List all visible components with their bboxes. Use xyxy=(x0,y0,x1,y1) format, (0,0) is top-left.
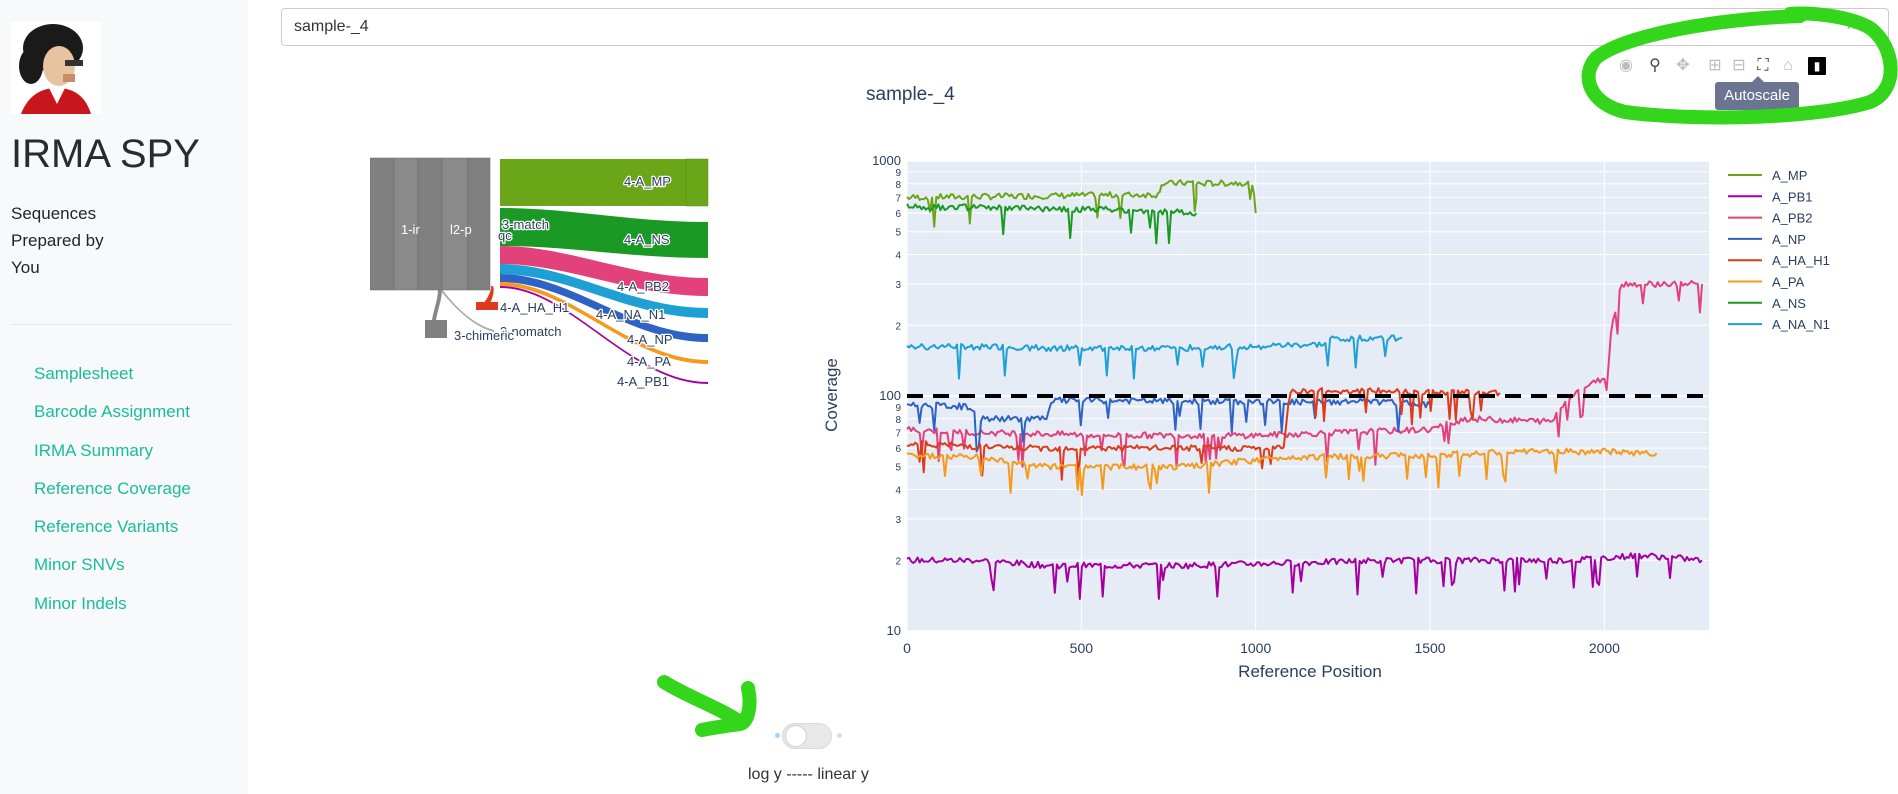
y-tick-label: 8 xyxy=(895,180,901,191)
y-tick-label: 6 xyxy=(895,209,901,220)
sankey-flow-nomatch xyxy=(440,289,494,332)
app-title: IRMA SPY xyxy=(11,132,200,176)
sidebar-divider xyxy=(11,324,233,325)
log-linear-toggle[interactable] xyxy=(782,723,832,749)
sankey-label-pb2: 4-A_PB2 xyxy=(617,279,669,294)
sankey-label-qc: qc xyxy=(498,228,512,243)
legend-item-a_na_n1: A_NA_N1 xyxy=(1772,317,1830,332)
y-tick-label: 3 xyxy=(895,515,901,526)
nav-item-samplesheet[interactable]: Samplesheet xyxy=(34,364,191,402)
y-tick-label: 4 xyxy=(895,486,901,497)
zoom-out-icon[interactable]: ⊟ xyxy=(1730,57,1748,75)
sample-select-value: sample-_4 xyxy=(294,18,369,35)
sankey-label-mp: 4-A_MP xyxy=(624,174,671,189)
y-tick-label: 1000 xyxy=(872,153,901,168)
sankey-node-root xyxy=(370,157,395,291)
sankey-node-ha xyxy=(476,302,498,310)
y-tick-label: 7 xyxy=(895,428,901,439)
y-tick-label: 8 xyxy=(895,415,901,426)
sankey-flow-chimeric xyxy=(432,289,442,320)
toggle-indicator-left xyxy=(775,733,780,738)
sankey-label-pass: l2-p xyxy=(450,222,472,237)
legend-item-a_pb1: A_PB1 xyxy=(1772,189,1812,204)
sankey-label-ha: 4-A_HA_H1 xyxy=(500,300,569,315)
tagline-line: You xyxy=(11,258,40,277)
toggle-knob[interactable] xyxy=(785,725,807,747)
y-tick-label: 6 xyxy=(895,444,901,455)
chart-legend[interactable]: A_MP A_PB1 A_PB2 A_NP A_HA_H1 A_PA A_NS A_NA_N1 xyxy=(1728,168,1830,332)
y-tick-label: 9 xyxy=(895,168,901,179)
y-tick-label: 4 xyxy=(895,251,901,262)
sankey-label-chimeric: 3-chimeric xyxy=(454,328,514,343)
sankey-flow-mp xyxy=(500,159,708,206)
sankey-label-na: 4-A_NA_N1 xyxy=(596,307,665,322)
chevron-down-icon[interactable]: ⌄ xyxy=(1868,14,1880,31)
camera-icon[interactable]: ◉ xyxy=(1617,57,1635,75)
legend-item-a_ns: A_NS xyxy=(1772,296,1806,311)
y-tick-label: 5 xyxy=(895,228,901,239)
tagline-line: Prepared by xyxy=(11,231,104,250)
chart-title: sample-_4 xyxy=(866,84,955,105)
legend-item-a_np: A_NP xyxy=(1772,232,1806,247)
annotation-arrow xyxy=(657,675,757,737)
nav-item-minor-indels[interactable]: Minor Indels xyxy=(34,594,191,632)
x-tick-label: 1000 xyxy=(1240,640,1271,656)
legend-item-a_pa: A_PA xyxy=(1772,275,1805,290)
sankey-label-np: 4-A_NP xyxy=(627,332,673,347)
sankey-label-pa: 4-A_PA xyxy=(627,354,671,369)
y-tick-label: 5 xyxy=(895,463,901,474)
y-tick-label: 2 xyxy=(895,556,901,567)
sankey-diagram: 1-ir l2-p 3-match qc 4-A_MP 4-A_NS 4-A_P… xyxy=(370,157,709,390)
sankey-node-chimeric xyxy=(425,320,447,338)
legend-item-a_ha_h1: A_HA_H1 xyxy=(1772,253,1830,268)
sankey-label-pb1: 4-A_PB1 xyxy=(617,374,669,389)
y-tick-label: 7 xyxy=(895,193,901,204)
toggle-indicator-right xyxy=(837,733,842,738)
tagline-line: Sequences xyxy=(11,204,97,223)
legend-item-a_mp: A_MP xyxy=(1772,168,1807,183)
sankey-node-mp xyxy=(685,158,709,207)
nav-item-irma-summary[interactable]: IRMA Summary xyxy=(34,441,191,479)
sample-select[interactable]: sample-_4 × ⌄ xyxy=(281,8,1889,46)
clear-icon[interactable]: × xyxy=(1846,16,1856,36)
x-tick-label: 500 xyxy=(1070,640,1094,656)
zoom-in-icon[interactable]: ⊞ xyxy=(1706,57,1724,75)
x-tick-label: 0 xyxy=(903,640,911,656)
sankey-label-root: 1-ir xyxy=(401,222,420,237)
nav-item-reference-variants[interactable]: Reference Variants xyxy=(34,517,191,555)
nav-item-reference-coverage[interactable]: Reference Coverage xyxy=(34,479,191,517)
toggle-label: log y ----- linear y xyxy=(748,766,869,783)
y-tick-label: 9 xyxy=(895,403,901,414)
x-tick-label: 1500 xyxy=(1414,640,1445,656)
y-tick-label: 3 xyxy=(895,280,901,291)
y-tick-label: 100 xyxy=(879,388,901,403)
x-axis-title: Reference Position xyxy=(1238,662,1382,681)
x-tick-label: 2000 xyxy=(1589,640,1620,656)
plotly-logo-icon[interactable]: ▮ xyxy=(1808,57,1826,75)
autoscale-tooltip: Autoscale xyxy=(1715,82,1799,110)
sankey-node xyxy=(417,157,443,291)
zoom-icon[interactable]: ⚲ xyxy=(1646,57,1664,75)
nav-item-minor-snvs[interactable]: Minor SNVs xyxy=(34,555,191,593)
home-icon[interactable]: ⌂ xyxy=(1779,57,1797,75)
plot-area[interactable]: 10234567891002345678910000 500 1000 1500 200… xyxy=(872,153,1709,656)
pan-icon[interactable]: ✥ xyxy=(1674,57,1692,75)
y-tick-label: 10 xyxy=(887,623,901,638)
sidebar-nav: Samplesheet Barcode Assignment IRMA Summ… xyxy=(34,364,191,632)
y-axis-title: Coverage xyxy=(822,358,841,432)
autoscale-icon[interactable]: ⛶ xyxy=(1754,57,1772,75)
sankey-label-ns: 4-A_NS xyxy=(624,232,670,247)
y-tick-label: 2 xyxy=(895,321,901,332)
sidebar: IRMA SPY Sequences Prepared by You Sampl… xyxy=(0,0,248,794)
coverage-chart[interactable]: 10234567891002345678910000 500 1000 1500 200… xyxy=(815,150,1865,690)
nav-item-barcode-assignment[interactable]: Barcode Assignment xyxy=(34,402,191,440)
app-logo xyxy=(11,22,101,114)
legend-item-a_pb2: A_PB2 xyxy=(1772,211,1812,226)
